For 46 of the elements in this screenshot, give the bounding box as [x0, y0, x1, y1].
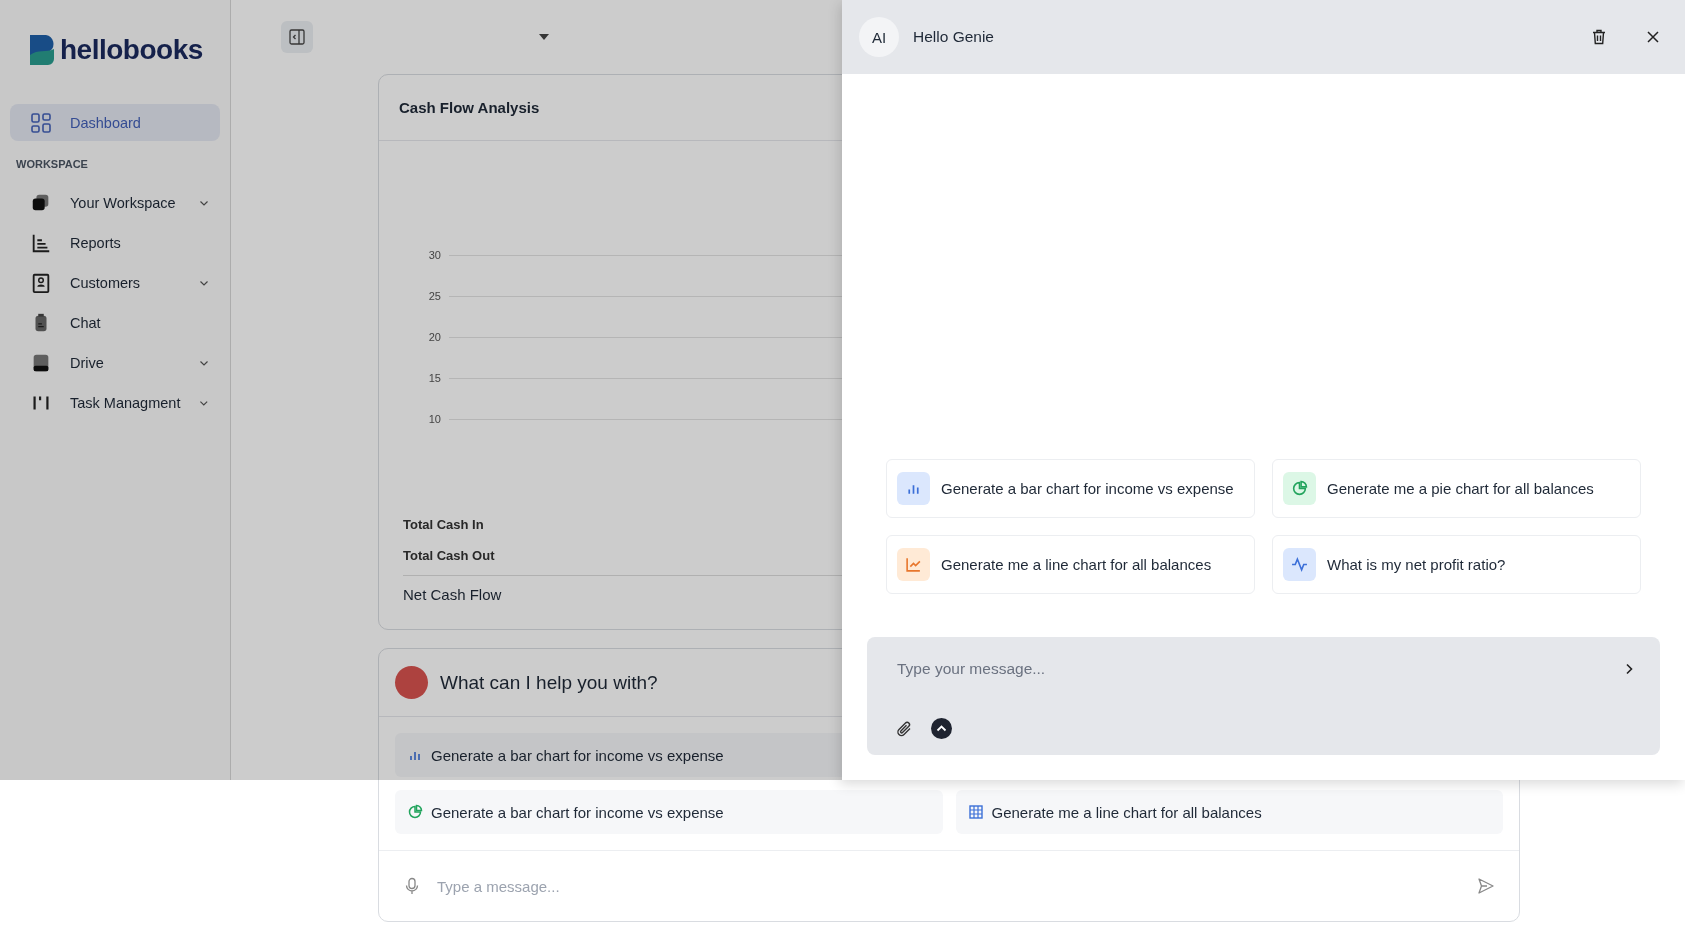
sidebar-panel-icon: [288, 28, 306, 46]
axis-label: 10: [427, 413, 441, 425]
chat-title: Hello Genie: [913, 28, 995, 46]
sidebar-item[interactable]: Drive: [10, 344, 220, 381]
sidebar-item[interactable]: Task Managment: [10, 384, 220, 421]
menu-item-icon: [30, 271, 52, 294]
axis-label: 20: [427, 331, 441, 343]
net-cash-flow-label: Net Cash Flow: [403, 586, 502, 603]
microphone-icon[interactable]: [403, 877, 421, 895]
send-icon[interactable]: [1477, 877, 1495, 895]
message-input[interactable]: Type a message...: [435, 870, 1463, 902]
paperclip-icon[interactable]: [895, 719, 913, 738]
section-heading: WORKSPACE: [16, 158, 89, 170]
chevron-up-icon[interactable]: [931, 718, 952, 739]
sidebar-item[interactable]: Your Workspace: [10, 184, 220, 221]
axis-label: 30: [427, 249, 441, 261]
logo-icon: [28, 33, 56, 67]
sidebar-item[interactable]: Dashboard: [10, 104, 220, 141]
suggestion-button[interactable]: Generate a bar chart for income vs expense: [395, 790, 943, 834]
card-title: Cash Flow Analysis: [399, 99, 540, 116]
activity-icon: [1291, 556, 1308, 573]
axis-label: 15: [427, 372, 441, 384]
suggestion-card[interactable]: What is my net profit ratio?: [1272, 535, 1641, 594]
trash-icon: [1590, 28, 1608, 46]
suggestion-card[interactable]: Generate a bar chart for income vs expense: [886, 459, 1255, 518]
sidebar-toggle-button[interactable]: [281, 21, 313, 53]
suggestion-card[interactable]: Generate me a line chart for all balances: [886, 535, 1255, 594]
total-label: Total Cash In: [403, 517, 484, 532]
suggestion-button[interactable]: Generate me a line chart for all balances: [955, 790, 1503, 834]
dropdown-caret-icon[interactable]: [539, 34, 549, 40]
card-title: What can I help you with?: [440, 671, 658, 694]
avatar: [395, 666, 428, 699]
pie-chart-icon: [1291, 480, 1308, 497]
sidebar-item[interactable]: Customers: [10, 264, 220, 301]
line-chart-icon: [905, 556, 922, 573]
table-icon: [967, 804, 984, 820]
sidebar-item[interactable]: Chat: [10, 304, 220, 341]
logo-text: hellobooks: [60, 34, 203, 66]
suggestion-card[interactable]: Generate me a pie chart for all balances: [1272, 459, 1641, 518]
pie-chart-icon: [407, 804, 423, 820]
ai-avatar: AI: [859, 17, 899, 57]
message-input[interactable]: Type your message...: [895, 653, 1622, 685]
grid-icon: [30, 111, 52, 134]
sidebar-item[interactable]: Reports: [10, 224, 220, 261]
axis-label: 25: [427, 290, 441, 302]
total-label: Total Cash Out: [403, 548, 495, 563]
